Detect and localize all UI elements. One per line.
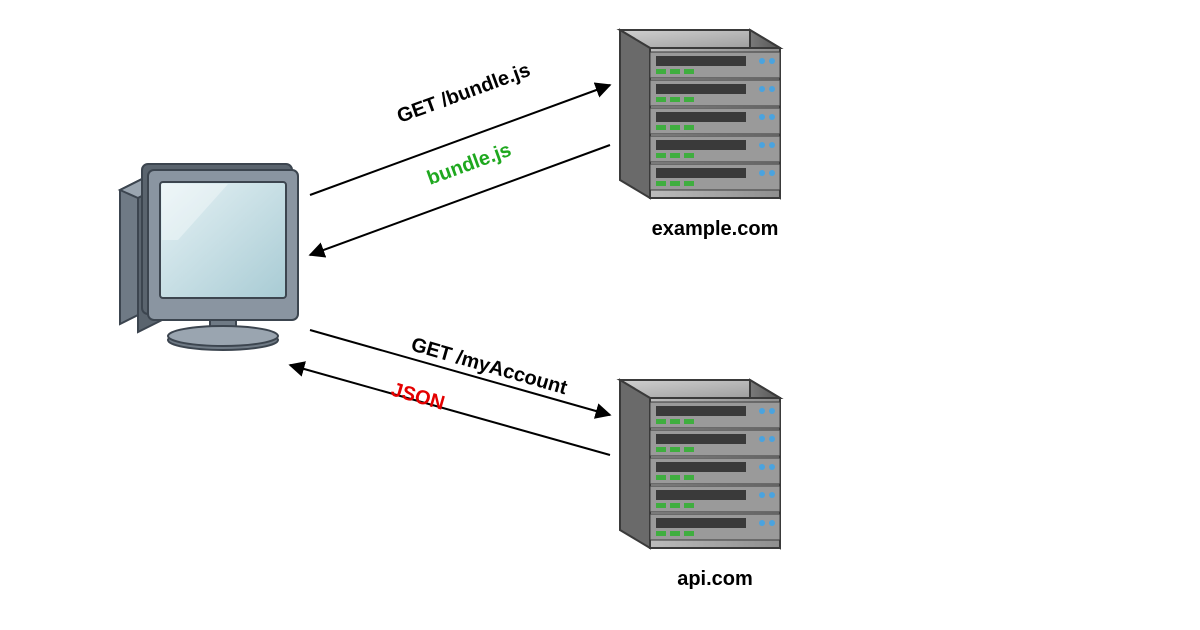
response-top-label: bundle.js <box>424 139 514 190</box>
server-bottom-icon <box>620 380 780 548</box>
server-bottom-label: api.com <box>677 568 753 590</box>
arrow-request-bottom: GET /myAccount <box>310 330 610 415</box>
request-top-label: GET /bundle.js <box>394 59 533 128</box>
arrow-response-top: bundle.js <box>310 139 610 255</box>
server-top-label: example.com <box>652 218 779 240</box>
server-top-icon <box>620 30 780 198</box>
client-computer-icon <box>120 164 298 350</box>
response-bottom-label: JSON <box>389 379 447 415</box>
